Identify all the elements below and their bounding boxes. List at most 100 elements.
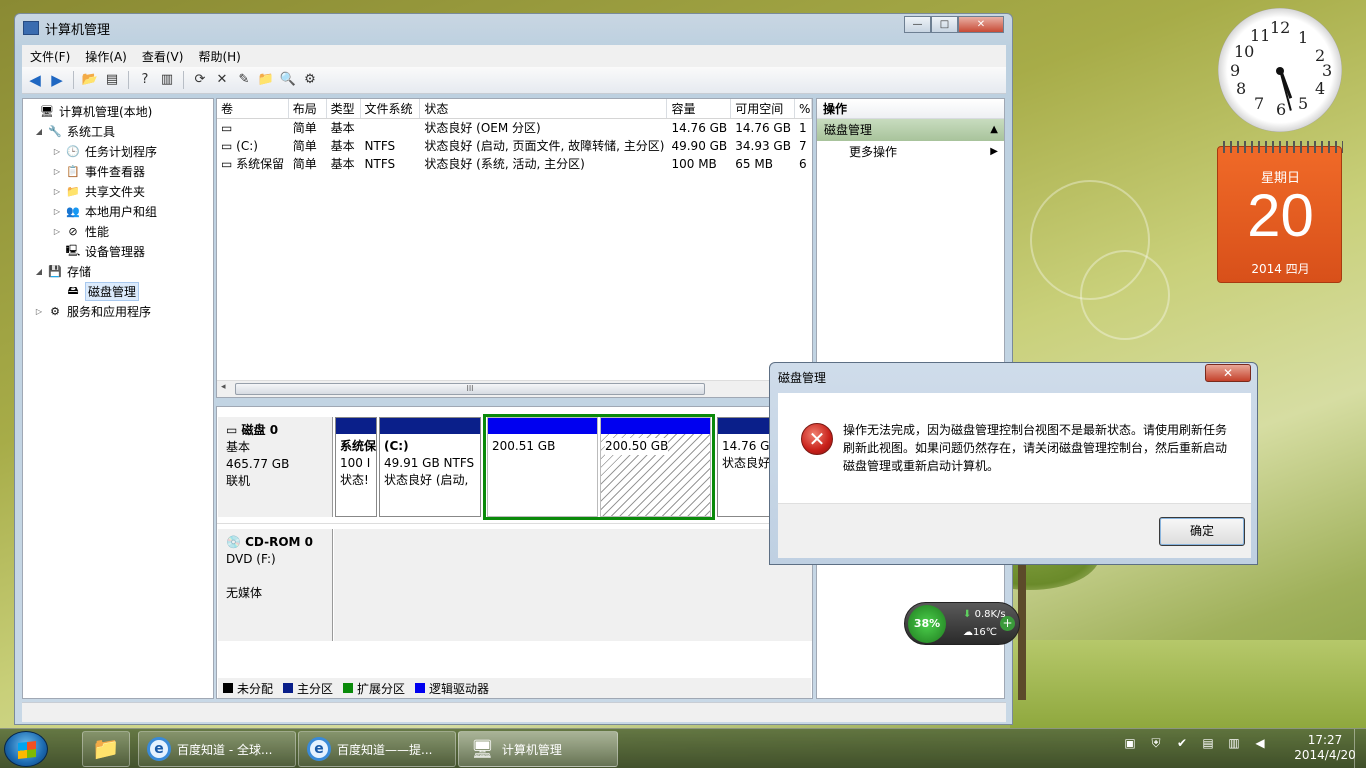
back-icon[interactable]: ◀ [26,71,44,89]
tray-shield-icon[interactable]: ⛨ [1148,735,1164,751]
column-status[interactable]: 状态 [420,99,668,118]
add-icon[interactable]: + [1000,616,1015,631]
show-hide-tree-icon[interactable]: ▤ [103,71,121,89]
ok-button[interactable]: 确定 [1159,517,1245,546]
disk-icon: ▭ [226,423,242,437]
up-folder-icon[interactable]: 📂 [81,71,99,89]
menu-file[interactable]: 文件(F) [30,48,70,65]
error-icon: ✕ [801,423,833,455]
collapse-arrow-icon[interactable]: ◢ [33,127,45,136]
column-free-space[interactable]: 可用空间 [731,99,796,118]
tree-item-shared-folders[interactable]: ▷ 📁 共享文件夹 [23,181,213,201]
tree-item-computer-management[interactable]: 🖥 计算机管理(本地) [23,101,213,121]
table-row[interactable]: ▭ (C:) 简单 基本 NTFS 状态良好 (启动, 页面文件, 故障转储, … [217,137,812,155]
tree-item-services-apps[interactable]: ▷ ⚙ 服务和应用程序 [23,301,213,321]
help-icon[interactable]: ? [136,71,154,89]
cdrom0-info[interactable]: 💿 CD-ROM 0 DVD (F:) 无媒体 [218,529,333,641]
column-volume[interactable]: 卷 [217,99,289,118]
percent-cell: 1 [799,121,807,135]
disk0-info[interactable]: ▭ 磁盘 0 基本 465.77 GB 联机 [218,417,333,517]
tree-item-local-users[interactable]: ▷ 👥 本地用户和组 [23,201,213,221]
settings-icon[interactable]: ⚙ [301,71,319,89]
partition-system-reserved[interactable]: 系统保 100 I 状态! [335,417,377,517]
clock-number: 5 [1298,94,1309,113]
tree-item-disk-management[interactable]: 🖴 磁盘管理 [23,281,213,301]
forward-icon[interactable]: ▶ [48,71,66,89]
tree-item-label: 计算机管理(本地) [59,104,153,119]
network-gadget[interactable]: 38% ⬇ 0.8K/s ☁16℃ + [904,602,1020,645]
start-button[interactable] [4,731,48,767]
expand-arrow-icon[interactable]: ▷ [51,227,63,236]
actions-section-disk-management[interactable]: 磁盘管理 ▲ [817,119,1004,141]
refresh-icon[interactable]: ⟳ [191,71,209,89]
show-desktop-button[interactable] [1354,729,1366,768]
tree-item-task-scheduler[interactable]: ▷ 🕒 任务计划程序 [23,141,213,161]
tree-item-label: 系统工具 [67,124,116,139]
partition-c[interactable]: (C:) 49.91 GB NTFS 状态良好 (启动, [379,417,481,517]
partition-logical-1[interactable]: 200.51 GB [487,417,598,517]
clock-gadget[interactable]: 12 1 2 3 4 5 6 7 8 9 10 11 [1218,8,1342,132]
open-icon[interactable]: 📁 [257,71,275,89]
column-percent[interactable]: % [795,99,812,118]
tree-item-label: 磁盘管理 [85,281,140,301]
tree-item-device-manager[interactable]: 🖳 设备管理器 [23,241,213,261]
close-button[interactable]: ✕ [958,16,1004,33]
maximize-button[interactable]: □ [931,16,958,33]
tree-item-performance[interactable]: ▷ ⊘ 性能 [23,221,213,241]
column-capacity[interactable]: 容量 [667,99,732,118]
windows-logo-icon [18,741,36,759]
users-icon: 👥 [66,204,80,218]
column-type[interactable]: 类型 [327,99,361,118]
volume-icon[interactable]: ◀ [1252,735,1268,751]
column-layout[interactable]: 布局 [289,99,327,118]
more-actions[interactable]: 更多操作 ▶ [817,141,1004,163]
partition-logical-2[interactable]: 200.50 GB [600,417,711,517]
performance-icon: ⊘ [68,224,78,238]
status-cell: 状态良好 (OEM 分区) [424,121,541,135]
scroll-left-icon[interactable]: ◂ [221,382,226,392]
ie-icon: e [147,737,171,761]
disk0-title: ▭ 磁盘 0 [226,423,279,437]
collapse-up-icon[interactable]: ▲ [990,119,998,141]
menu-action[interactable]: 操作(A) [85,48,127,65]
type-cell: 基本 [330,139,355,153]
taskbar-button-browser-1[interactable]: e 百度知道 - 全球... [138,731,296,767]
explorer-taskbar-button[interactable]: 📁 [82,731,130,767]
tray-app-icon[interactable]: ▣ [1122,735,1138,751]
taskbar-button-computer-management[interactable]: 🖥 计算机管理 [458,731,618,767]
menu-view[interactable]: 查看(V) [142,48,184,65]
taskbar-button-browser-2[interactable]: e 百度知道——提... [298,731,456,767]
dialog-close-button[interactable]: ✕ [1205,364,1251,382]
column-filesystem[interactable]: 文件系统 [361,99,421,118]
expand-arrow-icon[interactable]: ▷ [51,147,63,156]
computer-icon: 🖥 [40,104,54,118]
cdrom0-area[interactable] [334,529,812,641]
tray-device-icon[interactable]: ▤ [1200,735,1216,751]
clock-number: 3 [1322,61,1333,80]
tray-security-icon[interactable]: ✔ [1174,735,1190,751]
action-pane-icon[interactable]: ▥ [158,71,176,89]
expand-arrow-icon[interactable]: ▷ [51,207,63,216]
table-row[interactable]: ▭ 系统保留 简单 基本 NTFS 状态良好 (系统, 活动, 主分区) 100… [217,155,812,173]
legend-swatch-unallocated [223,683,233,693]
search-icon[interactable]: 🔍 [279,71,297,89]
tree-item-label: 设备管理器 [85,244,146,259]
minimize-button[interactable]: — [904,16,931,33]
expand-arrow-icon[interactable]: ▷ [51,167,63,176]
collapse-arrow-icon[interactable]: ◢ [33,267,45,276]
expand-arrow-icon[interactable]: ▷ [33,307,45,316]
taskbar-clock[interactable]: 17:27 2014/4/20 [1290,733,1360,763]
disk0-size: 465.77 GB [226,457,290,471]
calendar-gadget[interactable]: 星期日 20 2014 四月 [1217,141,1343,283]
scrollbar-thumb[interactable]: III [235,383,705,395]
properties-icon[interactable]: ✎ [235,71,253,89]
menu-help[interactable]: 帮助(H) [198,48,240,65]
table-row[interactable]: ▭ 简单 基本 状态良好 (OEM 分区) 14.76 GB 14.76 GB … [217,119,812,137]
tree-item-event-viewer[interactable]: ▷ 📋 事件查看器 [23,161,213,181]
tree-item-system-tools[interactable]: ◢ 🔧 系统工具 [23,121,213,141]
tray-network-icon[interactable]: ▥ [1226,735,1242,751]
expand-arrow-icon[interactable]: ▷ [51,187,63,196]
delete-icon[interactable]: ✕ [213,71,231,89]
tree-item-storage[interactable]: ◢ 💾 存储 [23,261,213,281]
horizontal-scrollbar[interactable]: ◂ III [217,380,812,397]
